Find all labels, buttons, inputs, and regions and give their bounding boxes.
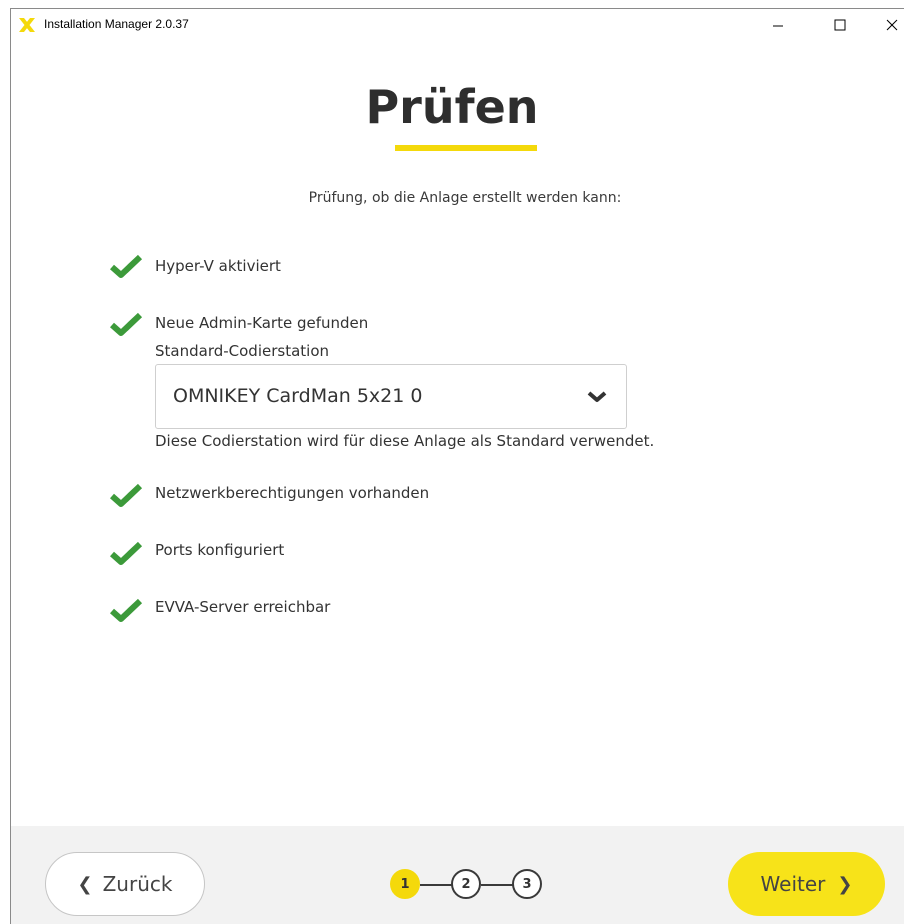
check-label-admin-card: Neue Admin-Karte gefunden (155, 314, 369, 332)
title-underline (395, 145, 537, 151)
checkmark-icon (110, 598, 142, 622)
chevron-left-icon: ❮ (77, 873, 93, 895)
step-1: 1 (390, 869, 420, 899)
minimize-button[interactable] (755, 9, 801, 41)
checkmark-icon (110, 483, 142, 507)
step-indicator: 1 2 3 (390, 869, 550, 901)
step-3: 3 (512, 869, 542, 899)
step-connector (481, 884, 513, 886)
page-title: Prüfen (365, 80, 539, 134)
step-connector (420, 884, 452, 886)
chevron-right-icon: ❯ (837, 873, 853, 895)
next-button[interactable]: Weiter ❯ (728, 852, 885, 916)
minimize-icon (773, 25, 783, 27)
encoder-hint: Diese Codierstation wird für diese Anlag… (155, 432, 655, 450)
title-bar: Installation Manager 2.0.37 (11, 9, 904, 41)
checkmark-icon (110, 254, 142, 278)
close-icon (886, 19, 898, 31)
close-button[interactable] (869, 9, 904, 41)
encoder-label: Standard-Codierstation (155, 342, 330, 360)
maximize-button[interactable] (817, 9, 863, 41)
encoder-selected-value: OMNIKEY CardMan 5x21 0 (173, 385, 423, 407)
chevron-down-icon (587, 391, 607, 402)
window-title: Installation Manager 2.0.37 (44, 17, 189, 31)
checkmark-icon (110, 541, 142, 565)
check-label-evva-server: EVVA-Server erreichbar (155, 598, 331, 616)
check-label-ports: Ports konfiguriert (155, 541, 285, 559)
check-label-hyperv: Hyper-V aktiviert (155, 257, 281, 275)
app-logo-icon (19, 18, 35, 32)
page-subtitle: Prüfung, ob die Anlage erstellt werden k… (308, 190, 622, 206)
check-label-network: Netzwerkberechtigungen vorhanden (155, 484, 430, 502)
maximize-icon (834, 19, 846, 31)
step-2: 2 (451, 869, 481, 899)
encoder-dropdown[interactable]: OMNIKEY CardMan 5x21 0 (155, 364, 627, 429)
back-button-label: Zurück (102, 872, 173, 896)
next-button-label: Weiter (760, 872, 826, 896)
checkmark-icon (110, 312, 142, 336)
back-button[interactable]: ❮ Zurück (45, 852, 205, 916)
